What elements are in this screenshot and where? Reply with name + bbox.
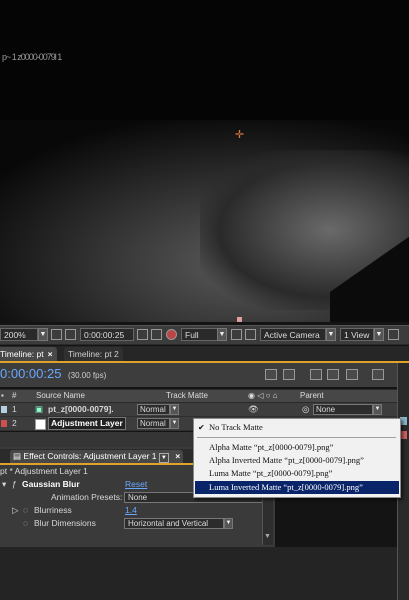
graph-editor-icon[interactable]: [372, 369, 384, 380]
snapshot-icon[interactable]: [137, 329, 148, 340]
camera-select[interactable]: Active Camera: [260, 328, 326, 341]
timeline-tab-bar: Timeline: pt × Timeline: pt 2: [0, 346, 409, 363]
expand-triangle-icon[interactable]: ▷: [12, 504, 19, 516]
roi-icon[interactable]: [231, 329, 242, 340]
blur-dimensions-label: Blur Dimensions: [34, 518, 96, 528]
zoom-dropdown-arrow[interactable]: ▼: [38, 328, 48, 341]
tab-label: Timeline: pt: [0, 349, 44, 359]
comp-flowchart-icon[interactable]: [310, 369, 322, 380]
viewer-timecode[interactable]: 0:00:00:25: [80, 328, 134, 341]
close-icon[interactable]: ×: [175, 451, 180, 461]
anchor-point-icon[interactable]: ✛: [234, 130, 245, 141]
live-update-icon[interactable]: [265, 369, 277, 380]
menu-item-label: No Track Matte: [209, 422, 263, 432]
blend-mode-dropdown-arrow[interactable]: ▼: [170, 418, 179, 429]
viewer-overlay-text: p~ 1 z0000-0079l 1: [2, 52, 62, 62]
menu-item-label: Alpha Matte “pt_z[0000-0079].png”: [209, 442, 334, 452]
menu-separator: [197, 437, 396, 438]
view-dropdown-arrow[interactable]: ▼: [374, 328, 384, 341]
camera-dropdown-arrow[interactable]: ▼: [326, 328, 336, 341]
blurriness-value[interactable]: 1.4: [125, 504, 137, 516]
reset-link[interactable]: Reset: [125, 478, 147, 490]
layer-label-color[interactable]: [1, 406, 7, 413]
menu-item-label: Luma Inverted Matte “pt_z[0000-0079].png…: [209, 482, 363, 492]
frame-rate-label: (30.00 fps): [68, 371, 107, 380]
shy-layers-icon[interactable]: [327, 369, 339, 380]
blur-dimensions-row: ◌ Blur Dimensions Horizontal and Vertica…: [0, 517, 275, 529]
label-column-header[interactable]: ▪: [1, 390, 4, 402]
number-column-header[interactable]: #: [12, 390, 16, 402]
adjustment-layer-icon: [35, 419, 46, 430]
menu-item-no-track-matte[interactable]: ✔ No Track Matte: [195, 421, 399, 434]
blur-dimensions-select[interactable]: Horizontal and Vertical: [124, 518, 224, 529]
animation-presets-label: Animation Presets:: [51, 492, 123, 502]
layer-number: 2: [12, 418, 17, 428]
menu-item-label: Alpha Inverted Matte “pt_z[0000-0079].pn…: [209, 455, 364, 465]
blurriness-row: ▷ ◌ Blurriness 1.4: [0, 504, 275, 516]
stopwatch-icon[interactable]: ◌: [23, 517, 28, 529]
motion-blur-icon[interactable]: [346, 369, 358, 380]
parent-column-header[interactable]: Parent: [300, 390, 324, 402]
show-snapshot-icon[interactable]: [151, 329, 162, 340]
grid-icon[interactable]: [51, 329, 62, 340]
tab-timeline-pt[interactable]: Timeline: pt ×: [0, 347, 57, 361]
layer-bar-2[interactable]: [400, 431, 407, 439]
visibility-icon[interactable]: 👁: [248, 403, 259, 416]
tab-label: Timeline: pt 2: [68, 349, 119, 359]
panel-menu-icon[interactable]: ▼: [158, 453, 169, 463]
tab-effect-controls[interactable]: ▤ Effect Controls: Adjustment Layer 1 ▼ …: [10, 450, 184, 463]
bottom-panel-area: [0, 547, 409, 600]
checkmark-icon: ✔: [198, 423, 205, 432]
close-icon[interactable]: ×: [48, 349, 53, 359]
color-channels-icon[interactable]: [166, 329, 177, 340]
region-icon[interactable]: [65, 329, 76, 340]
blend-mode-select[interactable]: Normal: [137, 404, 170, 415]
current-time-display[interactable]: 0:00:00:25: [0, 366, 61, 381]
parent-select[interactable]: None: [313, 404, 373, 415]
layer-number: 1: [12, 404, 17, 414]
transparency-grid-icon[interactable]: [245, 329, 256, 340]
menu-item-luma-matte[interactable]: Luma Matte “pt_z[0000-0079].png”: [195, 467, 399, 480]
parent-pickwhip-icon[interactable]: ◎: [302, 403, 309, 416]
resolution-dropdown-arrow[interactable]: ▼: [217, 328, 227, 341]
layer-name[interactable]: pt_z[0000-0079].: [48, 403, 114, 416]
footage-icon: ▣: [35, 404, 44, 414]
tab-timeline-pt2[interactable]: Timeline: pt 2: [64, 347, 123, 361]
blend-mode-dropdown-arrow[interactable]: ▼: [170, 404, 179, 415]
layer-bar-1[interactable]: [400, 417, 407, 425]
effect-name[interactable]: Gaussian Blur: [22, 478, 80, 490]
fx-toggle-icon[interactable]: ƒ: [12, 478, 17, 490]
parent-dropdown-arrow[interactable]: ▼: [373, 404, 382, 415]
zoom-select[interactable]: 200%: [0, 328, 38, 341]
expand-triangle-icon[interactable]: ▾: [2, 478, 6, 490]
panel-icon: ▤: [13, 451, 24, 461]
layer-column-headers: ▪ # Source Name Track Matte ◉ ◁ ○ ⌂ Pare…: [0, 389, 409, 403]
track-matte-column-header[interactable]: Track Matte: [166, 390, 208, 402]
stopwatch-icon[interactable]: ◌: [23, 504, 28, 516]
blur-dimensions-dropdown-arrow[interactable]: ▼: [224, 518, 233, 529]
work-area-marker[interactable]: [237, 317, 242, 322]
layer-label-color[interactable]: [1, 420, 7, 427]
view-layout-select[interactable]: 1 View: [340, 328, 374, 341]
menu-item-alpha-matte[interactable]: Alpha Matte “pt_z[0000-0079].png”: [195, 441, 399, 454]
track-matte-menu[interactable]: ✔ No Track Matte Alpha Matte “pt_z[0000-…: [193, 418, 401, 498]
layer-name[interactable]: Adjustment Layer: [48, 417, 126, 430]
menu-item-luma-inverted-matte[interactable]: Luma Inverted Matte “pt_z[0000-0079].png…: [195, 481, 399, 494]
toggle-pixel-icon[interactable]: [388, 329, 399, 340]
blurriness-label: Blurriness: [34, 505, 72, 515]
viewer-toolbar: 200% ▼ 0:00:00:25 Full ▼ Active Camera ▼…: [0, 325, 409, 345]
composition-viewer[interactable]: [0, 0, 409, 322]
menu-item-label: Luma Matte “pt_z[0000-0079].png”: [209, 468, 333, 478]
scroll-down-icon[interactable]: ▼: [264, 533, 271, 540]
tab-label: Effect Controls: Adjustment Layer 1: [23, 451, 157, 461]
layer-row[interactable]: 1 ▣ pt_z[0000-0079]. Normal ▼ 👁 ◎ None ▼: [0, 403, 409, 417]
blend-mode-select[interactable]: Normal: [137, 418, 170, 429]
menu-item-alpha-inverted-matte[interactable]: Alpha Inverted Matte “pt_z[0000-0079].pn…: [195, 454, 399, 467]
draft-3d-icon[interactable]: [283, 369, 295, 380]
source-name-column-header[interactable]: Source Name: [36, 390, 85, 402]
av-features-column-header[interactable]: ◉ ◁ ○ ⌂: [248, 390, 277, 402]
